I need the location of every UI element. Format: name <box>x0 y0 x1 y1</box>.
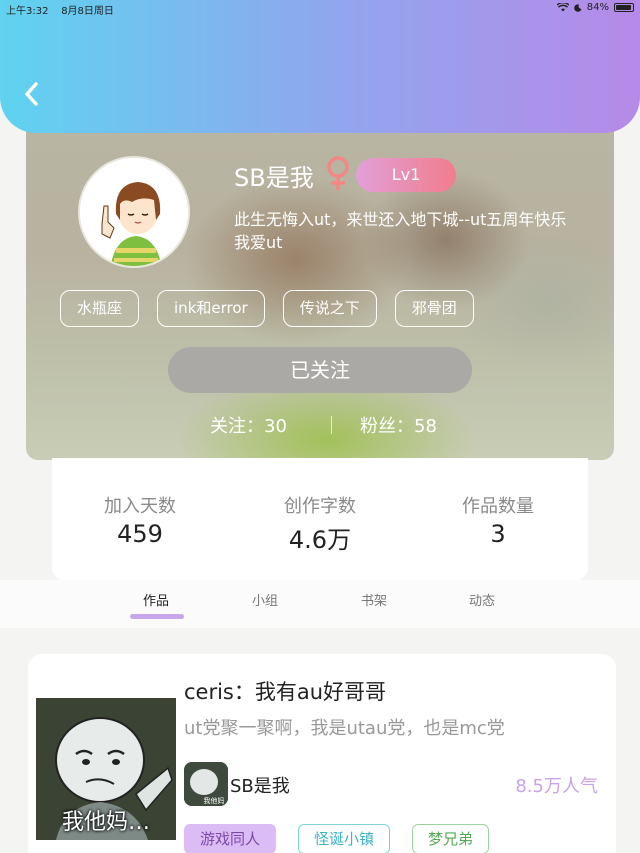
back-button[interactable] <box>22 80 46 110</box>
status-bar: 上午3:32 8月8日周日 84% <box>0 0 640 18</box>
bio-line-1: 此生无悔入ut，来世还入地下城--ut五周年快乐 <box>234 210 567 229</box>
work-tag[interactable]: 游戏同人 <box>184 824 277 853</box>
fans-count[interactable]: 粉丝：58 <box>360 412 437 438</box>
stat-value: 4.6万 <box>288 526 352 554</box>
following-count[interactable]: 关注：30 <box>210 412 287 438</box>
level-badge: Lv1 <box>356 158 456 192</box>
stat-join-days: 加入天数 459 <box>70 492 210 548</box>
avatar[interactable] <box>78 156 190 268</box>
profile-tag[interactable]: 传说之下 <box>282 290 377 327</box>
moon-icon <box>573 3 582 12</box>
work-tag[interactable]: 梦兄弟 <box>412 824 490 853</box>
female-icon <box>327 156 349 190</box>
status-date: 8月8日周日 <box>61 6 114 17</box>
header-bar <box>0 0 640 133</box>
bio-line-2: 我爱ut <box>234 233 283 252</box>
wifi-icon <box>556 3 569 12</box>
work-title[interactable]: ceris：我有au好哥哥 <box>184 676 386 706</box>
work-description: ut党聚一聚啊，我是utau党，也是mc党 <box>184 718 505 739</box>
profile-tags: 水瓶座 ink和error 传说之下 邪骨团 <box>60 290 474 327</box>
work-tags: 游戏同人 怪诞小镇 梦兄弟 <box>184 824 490 853</box>
stat-word-count: 创作字数 4.6万 <box>250 492 390 555</box>
tab-indicator <box>130 614 184 619</box>
author-avatar[interactable]: 我他妈 <box>184 762 228 806</box>
profile-tag[interactable]: 水瓶座 <box>60 290 140 327</box>
stat-label: 加入天数 <box>104 496 176 517</box>
stat-label: 作品数量 <box>462 496 534 517</box>
follow-counts: 关注：30 粉丝：58 <box>26 412 614 438</box>
stat-label: 创作字数 <box>284 496 356 517</box>
profile-card: SB是我 Lv1 此生无悔入ut，来世还入地下城--ut五周年快乐 我爱ut 水… <box>26 100 614 460</box>
username: SB是我 <box>234 164 314 192</box>
avatar-illustration <box>80 158 188 266</box>
stat-value: 3 <box>490 520 506 548</box>
author-avatar-caption: 我他妈 <box>204 796 225 805</box>
tab-bar: 作品 小组 书架 动态 <box>0 580 640 628</box>
chevron-left-icon <box>25 82 38 106</box>
work-cover[interactable]: 我他妈… <box>36 698 176 840</box>
status-time: 上午3:32 <box>6 6 49 17</box>
author-avatar-illustration: 我他妈 <box>184 762 228 806</box>
tab-activity[interactable]: 动态 <box>469 590 495 609</box>
divider <box>331 416 332 434</box>
popularity-count: 8.5万人气 <box>515 776 598 797</box>
tab-bookshelf[interactable]: 书架 <box>361 590 387 609</box>
stat-work-count: 作品数量 3 <box>428 492 568 548</box>
profile-tag[interactable]: 邪骨团 <box>394 290 474 327</box>
stat-value: 459 <box>117 520 163 548</box>
cover-caption: 我他妈… <box>61 810 150 835</box>
stats-panel: 加入天数 459 创作字数 4.6万 作品数量 3 <box>52 458 588 580</box>
work-tag[interactable]: 怪诞小镇 <box>298 824 391 853</box>
battery-percent: 84% <box>586 2 609 13</box>
bio: 此生无悔入ut，来世还入地下城--ut五周年快乐 我爱ut <box>234 208 614 254</box>
profile-tag[interactable]: ink和error <box>157 290 265 327</box>
battery-icon <box>614 3 634 12</box>
tab-works[interactable]: 作品 <box>143 590 169 609</box>
tab-groups[interactable]: 小组 <box>252 590 278 609</box>
author-name[interactable]: SB是我 <box>230 772 290 798</box>
follow-button[interactable]: 已关注 <box>168 347 472 393</box>
work-card[interactable]: 我他妈… ceris：我有au好哥哥 ut党聚一聚啊，我是utau党，也是mc党… <box>28 654 616 853</box>
